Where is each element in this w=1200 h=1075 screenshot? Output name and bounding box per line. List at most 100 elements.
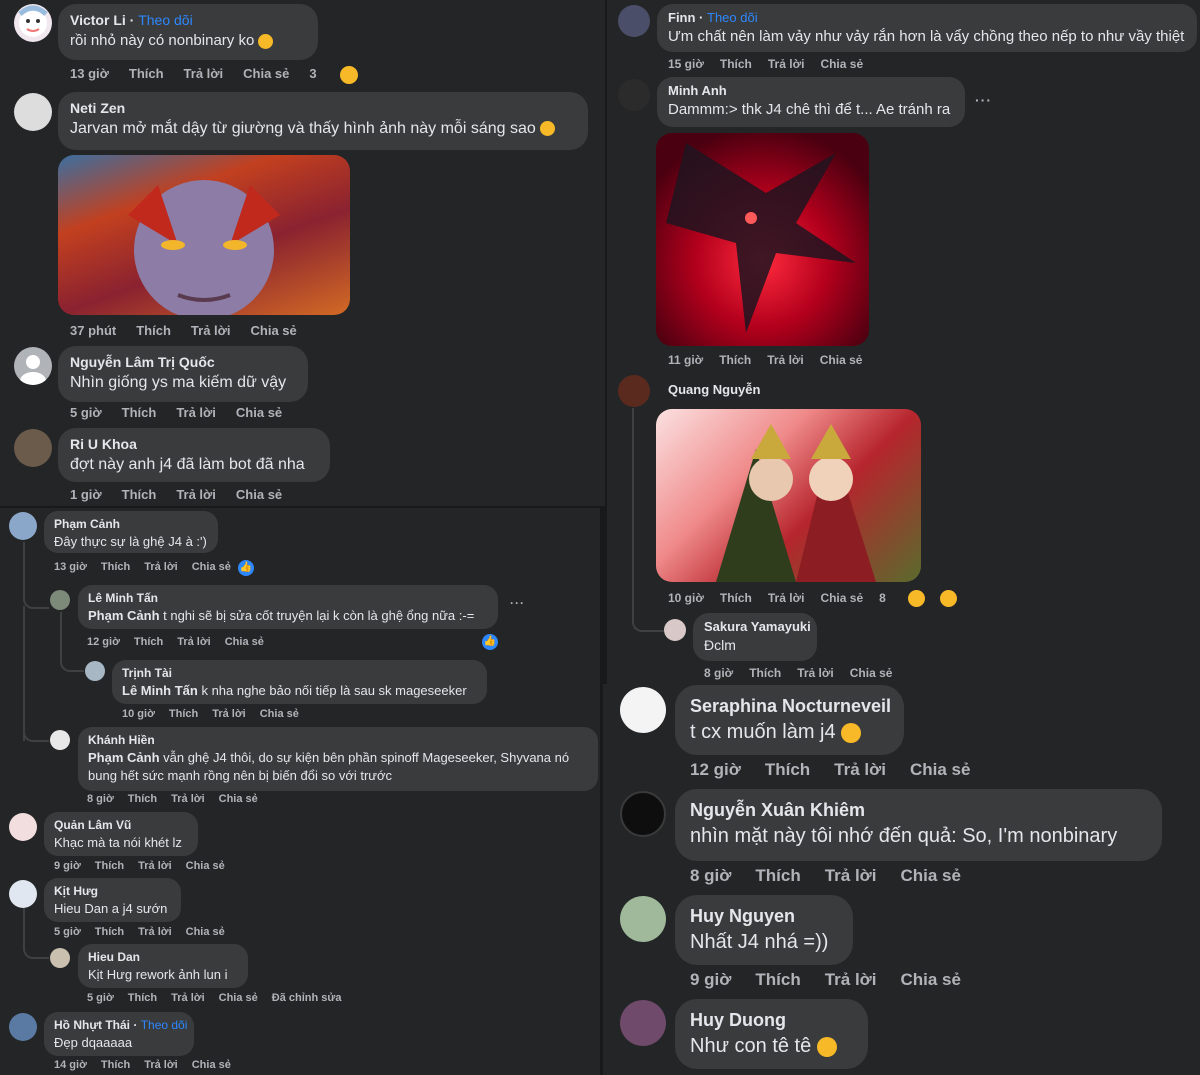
reply-button[interactable]: Trả lời [176,487,216,502]
like-button[interactable]: Thích [749,666,781,680]
follow-link[interactable]: Theo dõi [707,10,758,25]
commenter-name[interactable]: Victor Li · Theo dõi [70,12,306,28]
commenter-name[interactable]: Nguyễn Lâm Trị Quốc [70,354,296,370]
share-button[interactable]: Chia sẻ [850,666,893,680]
reply-button[interactable]: Trả lời [797,666,834,680]
commenter-name[interactable]: Huy Duong [690,1010,853,1031]
commenter-name[interactable]: Hieu Dan [88,950,238,964]
reply-button[interactable]: Trả lời [177,636,211,648]
timestamp[interactable]: 9 giờ [54,860,81,872]
reply-button[interactable]: Trả lời [144,1059,178,1071]
mention-tag[interactable]: Phạm Cảnh [88,608,160,623]
share-button[interactable]: Chia sẻ [820,57,863,71]
share-button[interactable]: Chia sẻ [225,636,264,648]
timestamp[interactable]: 37 phút [70,323,116,338]
timestamp[interactable]: 15 giờ [668,57,704,71]
reply-button[interactable]: Trả lời [768,591,805,605]
commenter-name[interactable]: Hồ Nhựt Thái · Theo dõi [54,1018,187,1032]
commenter-name[interactable]: Ri U Khoa [70,436,318,452]
reply-button[interactable]: Trả lời [138,860,172,872]
avatar[interactable] [9,880,37,908]
commenter-name[interactable]: Khánh Hiền [88,733,588,747]
avatar[interactable] [618,79,650,111]
share-button[interactable]: Chia sẻ [260,708,299,720]
share-button[interactable]: Chia sẻ [820,353,863,367]
like-button[interactable]: Thích [128,793,157,805]
commenter-name[interactable]: Nguyễn Xuân Khiêm [690,800,1147,821]
avatar[interactable] [9,512,37,540]
commenter-name[interactable]: Quản Lâm Vũ [54,818,188,832]
timestamp[interactable]: 9 giờ [690,970,731,989]
commenter-name[interactable]: Quang Nguyễn [668,382,760,397]
avatar[interactable] [620,687,666,733]
reply-button[interactable]: Trả lời [144,561,178,573]
reply-button[interactable]: Trả lời [171,992,205,1004]
like-button[interactable]: Thích [95,860,124,872]
like-button[interactable]: Thích [134,636,163,648]
timestamp[interactable]: 10 giờ [668,591,704,605]
like-button[interactable]: Thích [122,487,157,502]
share-button[interactable]: Chia sẻ [901,866,961,885]
share-button[interactable]: Chia sẻ [251,323,297,338]
reply-button[interactable]: Trả lời [171,793,205,805]
mention-tag[interactable]: Phạm Cảnh [88,750,160,765]
reply-button[interactable]: Trả lời [834,760,886,779]
timestamp[interactable]: 5 giờ [70,405,102,420]
timestamp[interactable]: 1 giờ [70,487,102,502]
timestamp[interactable]: 13 giờ [54,561,87,573]
reaction-count[interactable]: 3 [309,66,378,84]
avatar[interactable] [664,619,686,641]
commenter-name[interactable]: Sakura Yamayuki [704,619,811,634]
share-button[interactable]: Chia sẻ [901,970,961,989]
like-button[interactable]: Thích [101,1059,130,1071]
like-button[interactable]: Thích [755,970,800,989]
follow-link[interactable]: Theo dõi [138,12,192,28]
like-button[interactable]: Thích [719,353,751,367]
share-button[interactable]: Chia sẻ [192,561,231,573]
reply-button[interactable]: Trả lời [768,57,805,71]
follow-link[interactable]: Theo dõi [141,1018,188,1032]
avatar[interactable] [14,93,52,131]
mention-tag[interactable]: Lê Minh Tấn [122,683,198,698]
share-button[interactable]: Chia sẻ [186,860,225,872]
avatar[interactable] [50,730,70,750]
share-button[interactable]: Chia sẻ [236,487,282,502]
reply-button[interactable]: Trả lời [176,405,216,420]
timestamp[interactable]: 8 giờ [690,866,731,885]
like-button[interactable]: Thích [129,66,164,81]
timestamp[interactable]: 13 giờ [70,66,109,81]
like-button[interactable]: Thích [122,405,157,420]
reply-button[interactable]: Trả lời [825,866,877,885]
timestamp[interactable]: 11 giờ [668,353,703,367]
like-button[interactable]: Thích [101,561,130,573]
commenter-name[interactable]: Kịt Hưg [54,884,171,898]
default-avatar[interactable] [14,347,52,385]
avatar[interactable] [620,1000,666,1046]
commenter-name[interactable]: Phạm Cảnh [54,517,208,531]
reply-button[interactable]: Trả lời [191,323,231,338]
commenter-name[interactable]: Finn · Theo dõi [668,10,1186,25]
like-button[interactable]: Thích [755,866,800,885]
like-button[interactable]: Thích [720,57,752,71]
avatar[interactable] [620,791,666,837]
like-button[interactable]: Thích [720,591,752,605]
avatar[interactable] [618,5,650,37]
like-button[interactable]: Thích [136,323,171,338]
avatar[interactable] [14,4,52,42]
like-button[interactable]: Thích [95,926,124,938]
timestamp[interactable]: 14 giờ [54,1059,87,1071]
timestamp[interactable]: 8 giờ [87,793,114,805]
share-button[interactable]: Chia sẻ [236,405,282,420]
share-button[interactable]: Chia sẻ [820,591,863,605]
commenter-name[interactable]: Neti Zen [70,100,576,116]
share-button[interactable]: Chia sẻ [243,66,289,81]
timestamp[interactable]: 8 giờ [704,666,733,680]
comment-image-couple-skins[interactable] [656,409,921,582]
avatar[interactable] [618,375,650,407]
reply-button[interactable]: Trả lời [212,708,246,720]
commenter-name[interactable]: Minh Anh [668,83,954,98]
timestamp[interactable]: 5 giờ [54,926,81,938]
avatar[interactable] [620,896,666,942]
share-button[interactable]: Chia sẻ [219,992,258,1004]
avatar[interactable] [14,429,52,467]
